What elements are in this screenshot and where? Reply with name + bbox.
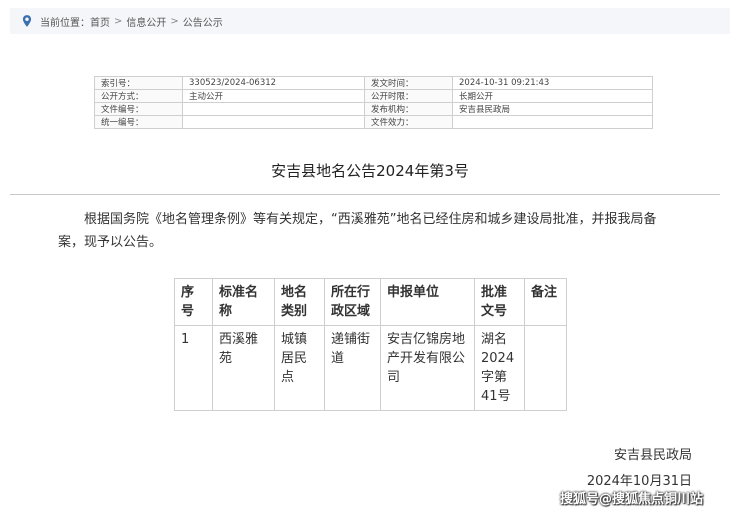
breadcrumb-separator: >: [114, 15, 123, 27]
table-cell: 递铺街道: [324, 325, 381, 411]
meta-key: 发布机构：: [364, 102, 453, 116]
divider: [10, 194, 720, 195]
announcement-body: 根据国务院《地名管理条例》等有关规定，“西溪雅苑”地名已经住房和城乡建设局批准，…: [58, 212, 657, 250]
table-row: 统一编号： 文件效力：: [94, 115, 653, 129]
meta-value: [182, 102, 365, 116]
meta-value: 2024-10-31 09:21:43: [452, 76, 653, 90]
meta-key: 公开方式：: [94, 89, 183, 103]
breadcrumb-info-link[interactable]: 信息公开: [126, 14, 166, 29]
breadcrumb-home-link[interactable]: 首页: [90, 14, 110, 29]
column-header: 序号: [174, 278, 213, 326]
meta-value: 安吉县民政局: [452, 102, 653, 116]
meta-key: 文件效力：: [364, 115, 453, 129]
table-header-row: 序号 标准名称 地名类别 所在行政区域 申报单位 批准文号 备注: [174, 278, 567, 326]
issue-date: 2024年10月31日: [586, 474, 692, 489]
meta-key: 发文时间：: [364, 76, 453, 90]
column-header: 备注: [524, 278, 567, 326]
table-cell: 西溪雅苑: [212, 325, 275, 411]
meta-key: 统一编号：: [94, 115, 183, 129]
table-cell: 城镇居民点: [274, 325, 325, 411]
breadcrumb: 当前位置： 首页 > 信息公开 > 公告公示: [10, 8, 730, 34]
column-header: 所在行政区域: [324, 278, 381, 326]
meta-key: 文件编号：: [94, 102, 183, 116]
table-row: 1 西溪雅苑 城镇居民点 递铺街道 安吉亿锦房地产开发有限公司 湖名2024字第…: [174, 325, 567, 411]
meta-key: 索引号：: [94, 76, 183, 90]
table-cell: 安吉亿锦房地产开发有限公司: [380, 325, 475, 411]
meta-value: 330523/2024-06312: [182, 76, 365, 90]
table-row: 公开方式： 主动公开 公开时限： 长期公开: [94, 89, 653, 103]
table-row: 文件编号： 发布机构： 安吉县民政局: [94, 102, 653, 116]
watermark: 搜狐号@搜狐焦点铜川站: [560, 492, 704, 507]
table-cell: 湖名2024字第41号: [474, 325, 525, 411]
breadcrumb-label: 当前位置：: [40, 17, 90, 29]
column-header: 地名类别: [274, 278, 325, 326]
page-title: 安吉县地名公告2024年第3号: [271, 162, 469, 180]
table-cell: 1: [174, 325, 213, 411]
location-pin-icon: [22, 15, 32, 27]
meta-value: [452, 115, 653, 129]
column-header: 申报单位: [380, 278, 475, 326]
meta-value: 主动公开: [182, 89, 365, 103]
breadcrumb-separator: >: [170, 15, 179, 27]
column-header: 批准文号: [474, 278, 525, 326]
table-row: 索引号： 330523/2024-06312 发文时间： 2024-10-31 …: [94, 76, 653, 90]
table-cell: [524, 325, 567, 411]
meta-key: 公开时限：: [364, 89, 453, 103]
breadcrumb-notice-link[interactable]: 公告公示: [183, 14, 223, 29]
document-meta-table: 索引号： 330523/2024-06312 发文时间： 2024-10-31 …: [94, 76, 653, 129]
meta-value: 长期公开: [452, 89, 653, 103]
place-name-table: 序号 标准名称 地名类别 所在行政区域 申报单位 批准文号 备注 1 西溪雅苑 …: [174, 278, 567, 411]
issuing-organization: 安吉县民政局: [613, 448, 692, 463]
column-header: 标准名称: [212, 278, 275, 326]
meta-value: [182, 115, 365, 129]
